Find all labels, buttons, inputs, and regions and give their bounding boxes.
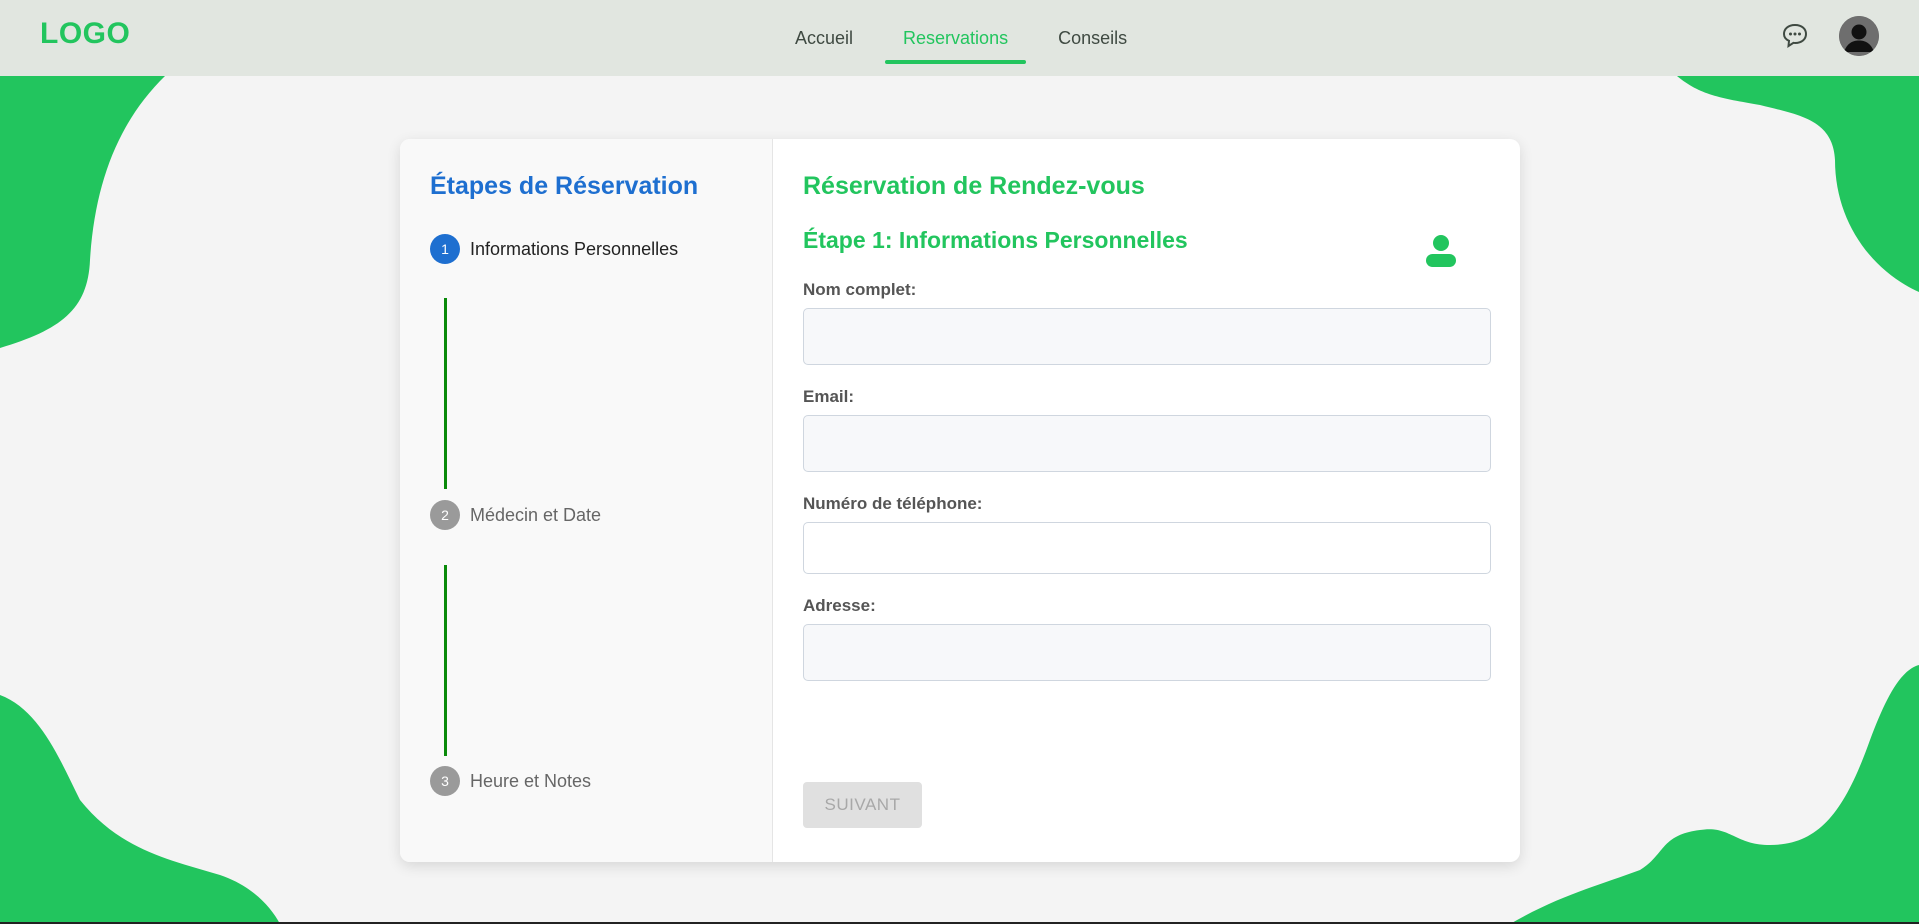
step-2[interactable]: 2 Médecin et Date [430, 500, 601, 530]
phone-label: Numéro de téléphone: [803, 494, 983, 513]
step-connector [444, 298, 447, 489]
step-label: Informations Personnelles [470, 238, 679, 259]
logo[interactable]: LOGO [40, 17, 130, 51]
user-avatar-icon[interactable] [1839, 16, 1879, 56]
address-label: Adresse: [803, 596, 876, 615]
nav-reservations[interactable]: Reservations [885, 0, 1027, 76]
step-connector [444, 565, 447, 756]
steps-title: Étapes de Réservation [430, 172, 699, 200]
step-number: 2 [430, 500, 460, 530]
email-label: Email: [803, 387, 855, 406]
step-label: Médecin et Date [470, 504, 602, 525]
step-1[interactable]: 1 Informations Personnelles [430, 234, 678, 264]
steps-panel: Étapes de Réservation 1 Informations Per… [400, 139, 773, 862]
step-number: 3 [430, 766, 460, 796]
booking-form: Réservation de Rendez-vous Étape 1: Info… [773, 139, 1520, 862]
main-nav: Accueil Reservations Conseils [770, 0, 1152, 76]
full-name-label: Nom complet: [803, 280, 917, 299]
step-number: 1 [430, 234, 460, 264]
chat-bubble-icon[interactable] [1780, 21, 1810, 51]
blob-top-left [0, 76, 165, 348]
nav-conseils[interactable]: Conseils [1040, 0, 1145, 76]
address-input[interactable] [803, 624, 1491, 681]
step-3[interactable]: 3 Heure et Notes [430, 766, 591, 796]
email-input[interactable] [803, 415, 1491, 472]
nav-accueil[interactable]: Accueil [777, 0, 871, 76]
top-navbar: LOGO Accueil Reservations Conseils [0, 0, 1919, 76]
blob-top-right [1677, 76, 1919, 292]
user-icon [1426, 235, 1456, 267]
form-step-subtitle: Étape 1: Informations Personnelles [803, 227, 1188, 253]
phone-input[interactable] [803, 522, 1491, 574]
blob-bottom-left [0, 695, 280, 924]
next-button[interactable]: SUIVANT [803, 782, 922, 828]
form-title: Réservation de Rendez-vous [803, 172, 1145, 200]
full-name-input[interactable] [803, 308, 1491, 365]
blob-bottom-right [1510, 665, 1919, 924]
step-label: Heure et Notes [470, 770, 592, 791]
booking-card: Étapes de Réservation 1 Informations Per… [400, 139, 1520, 862]
